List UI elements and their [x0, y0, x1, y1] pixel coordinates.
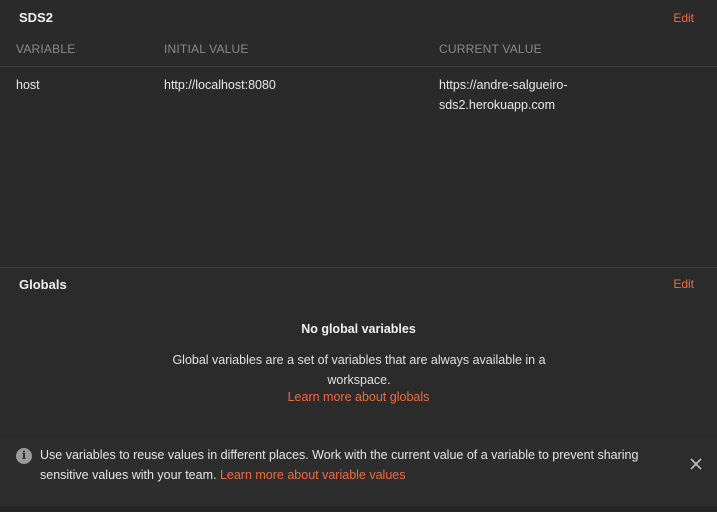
- learn-more-globals-link: Learn more about globals: [0, 390, 717, 404]
- environment-title: SDS2: [19, 10, 53, 25]
- current-value-line-1: https://andre-salgueiro-: [439, 78, 568, 92]
- learn-more-variable-values-link[interactable]: Learn more about variable values: [220, 468, 406, 482]
- info-icon: i: [16, 448, 32, 464]
- globals-edit-link[interactable]: Edit: [673, 277, 694, 291]
- globals-title: Globals: [19, 277, 67, 292]
- initial-value-cell[interactable]: http://localhost:8080: [164, 75, 276, 95]
- current-value-line-2: sds2.herokuapp.com: [439, 98, 556, 112]
- variables-panel: SDS2 Edit VARIABLE INITIAL VALUE CURRENT…: [0, 0, 717, 512]
- empty-state-title: No global variables: [301, 322, 416, 336]
- column-header-current-value: CURRENT VALUE: [439, 42, 542, 56]
- column-header-variable: VARIABLE: [16, 42, 76, 56]
- header-divider: [0, 66, 717, 67]
- learn-more-globals-link-text[interactable]: Learn more about globals: [288, 390, 430, 404]
- environment-edit-link[interactable]: Edit: [673, 11, 694, 25]
- environment-section: SDS2 Edit VARIABLE INITIAL VALUE CURRENT…: [0, 0, 717, 267]
- current-value-cell[interactable]: https://andre-salgueiro- sds2.herokuapp.…: [439, 75, 639, 115]
- info-banner-text: Use variables to reuse values in differe…: [40, 445, 660, 485]
- close-icon[interactable]: [689, 457, 703, 471]
- variable-name-cell[interactable]: host: [16, 75, 40, 95]
- globals-section: Globals Edit No global variables Global …: [0, 268, 717, 438]
- info-banner: i Use variables to reuse values in diffe…: [0, 438, 717, 506]
- bottom-bar: [0, 506, 717, 512]
- empty-state-description: Global variables are a set of variables …: [172, 353, 546, 387]
- column-header-initial-value: INITIAL VALUE: [164, 42, 249, 56]
